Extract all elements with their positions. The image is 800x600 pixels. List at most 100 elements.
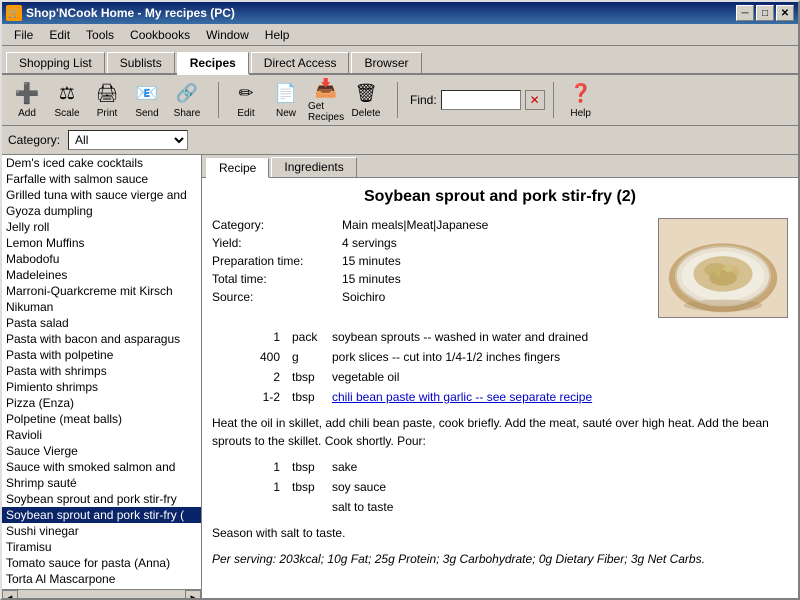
get-recipes-icon: 📥 [314,78,338,99]
list-item[interactable]: Grilled tuna with sauce vierge and [2,187,201,203]
category-select[interactable]: All [68,130,188,150]
list-bottom-scrollbar[interactable]: ◄ ► [2,589,201,600]
scale-button[interactable]: ⚖ Scale [48,79,86,121]
add-button[interactable]: ➕ Add [8,79,46,121]
ingredient-amount: 1 [212,460,292,474]
list-item[interactable]: Shrimp sauté [2,475,201,491]
menu-tools[interactable]: Tools [78,26,122,44]
tab-sublists[interactable]: Sublists [107,52,175,73]
recipe-title: Soybean sprout and pork stir-fry (2) [212,188,788,206]
category-row: Category: All [2,126,798,155]
find-area: Find: ✕ [410,90,545,110]
print-button[interactable]: 🖨 Print [88,79,126,121]
list-item[interactable]: Madeleines [2,267,201,283]
add-label: Add [18,108,36,119]
scroll-right-arrow[interactable]: ► [185,590,201,600]
ingredient-amount: 2 [212,370,292,384]
ingredient-unit: g [292,350,332,364]
list-item[interactable]: Tiramisu [2,539,201,555]
list-item[interactable]: Farfalle with salmon sauce [2,171,201,187]
ingredient-description: vegetable oil [332,370,788,384]
menu-window[interactable]: Window [198,26,257,44]
tab-ingredients[interactable]: Ingredients [271,157,356,177]
help-button[interactable]: ❓ Help [562,79,600,121]
app-icon: 🛒 [6,5,22,21]
list-item[interactable]: Pimiento shrimps [2,379,201,395]
help-icon: ❓ [569,82,593,106]
list-item[interactable]: Mabodofu [2,251,201,267]
scale-icon: ⚖ [55,82,79,106]
get-recipes-button[interactable]: 📥 Get Recipes [307,79,345,121]
ingredient-description: soybean sprouts -- washed in water and d… [332,330,788,344]
main-content: Dem's iced cake cocktailsFarfalle with s… [2,155,798,600]
ingredient-description: sake [332,460,788,474]
meta-row-category: Category: Main meals|Meat|Japanese [212,218,642,232]
delete-icon: 🗑 [354,82,378,106]
recipe-list-container: Dem's iced cake cocktailsFarfalle with s… [2,155,202,600]
ingredient-amount: 1 [212,330,292,344]
ingredient-unit: pack [292,330,332,344]
list-item[interactable]: Pasta with bacon and asparagus [2,331,201,347]
tab-shopping-list[interactable]: Shopping List [6,52,105,73]
list-item[interactable]: Pasta with polpetine [2,347,201,363]
meta-label-prep: Preparation time: [212,254,342,268]
list-item[interactable]: Jelly roll [2,219,201,235]
tab-direct-access[interactable]: Direct Access [251,52,350,73]
ingredient-amount: 1 [212,480,292,494]
ingredient-amount: 400 [212,350,292,364]
close-button[interactable]: ✕ [776,5,794,21]
new-button[interactable]: 📄 New [267,79,305,121]
scale-label: Scale [54,108,79,119]
list-item[interactable]: Torta Al Mascarpone [2,571,201,587]
menu-edit[interactable]: Edit [41,26,78,44]
ingredient-row: 1tbspsoy sauce [212,480,788,494]
meta-value-prep: 15 minutes [342,254,401,268]
find-input[interactable] [441,90,521,110]
menu-help[interactable]: Help [257,26,298,44]
recipe-instructions: Heat the oil in skillet, add chili bean … [212,414,788,450]
menu-cookbooks[interactable]: Cookbooks [122,26,198,44]
list-item[interactable]: Nikuman [2,299,201,315]
maximize-button[interactable]: □ [756,5,774,21]
meta-label-yield: Yield: [212,236,342,250]
list-item[interactable]: Soybean sprout and pork stir-fry [2,491,201,507]
ingredient-amount [212,500,292,514]
menu-bar: File Edit Tools Cookbooks Window Help [2,24,798,46]
list-item[interactable]: Pasta salad [2,315,201,331]
ingredient-row: 400gpork slices -- cut into 1/4-1/2 inch… [212,350,788,364]
inner-tabs: Recipe Ingredients [202,155,798,178]
list-item[interactable]: Polpetine (meat balls) [2,411,201,427]
list-item[interactable]: Sushi vinegar [2,523,201,539]
list-item[interactable]: Soybean sprout and pork stir-fry ( [2,507,201,523]
per-serving: Per serving: 203kcal; 10g Fat; 25g Prote… [212,552,788,566]
list-item[interactable]: Sauce with smoked salmon and [2,459,201,475]
ingredient-row: 1packsoybean sprouts -- washed in water … [212,330,788,344]
ingredient-description[interactable]: chili bean paste with garlic -- see sepa… [332,390,788,404]
delete-label: Delete [352,108,381,119]
tab-browser[interactable]: Browser [351,52,421,73]
list-item[interactable]: Gyoza dumpling [2,203,201,219]
share-icon: 🔗 [175,82,199,106]
menu-file[interactable]: File [6,26,41,44]
send-button[interactable]: 📧 Send [128,79,166,121]
list-item[interactable]: Pasta with shrimps [2,363,201,379]
list-item[interactable]: Dem's iced cake cocktails [2,155,201,171]
delete-button[interactable]: 🗑 Delete [347,79,385,121]
list-item[interactable]: Ravioli [2,427,201,443]
tab-recipes[interactable]: Recipes [177,52,249,75]
find-clear-button[interactable]: ✕ [525,90,545,110]
list-item[interactable]: Marroni-Quarkcreme mit Kirsch [2,283,201,299]
toolbar-separator-3 [553,82,554,118]
new-label: New [276,108,296,119]
list-item[interactable]: Lemon Muffins [2,235,201,251]
list-item[interactable]: Tomato sauce for pasta (Anna) [2,555,201,571]
minimize-button[interactable]: ─ [736,5,754,21]
tab-recipe[interactable]: Recipe [206,158,269,178]
meta-row-yield: Yield: 4 servings [212,236,642,250]
edit-button[interactable]: ✏ Edit [227,79,265,121]
edit-icon: ✏ [234,82,258,106]
scroll-left-arrow[interactable]: ◄ [2,590,18,600]
list-item[interactable]: Sauce Vierge [2,443,201,459]
list-item[interactable]: Pizza (Enza) [2,395,201,411]
share-button[interactable]: 🔗 Share [168,79,206,121]
